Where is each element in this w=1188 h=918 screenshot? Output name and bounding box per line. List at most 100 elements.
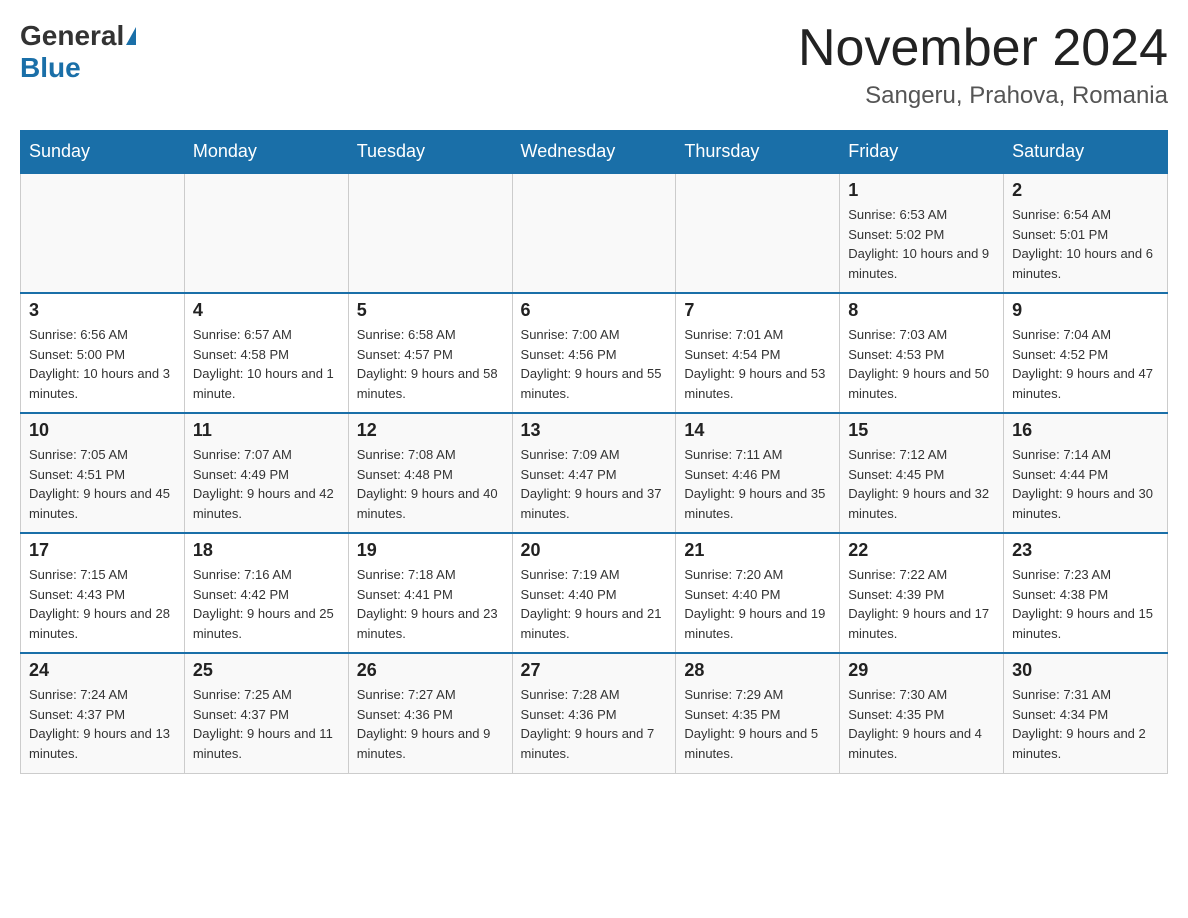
day-info: Sunrise: 7:00 AMSunset: 4:56 PMDaylight:… xyxy=(521,325,668,403)
calendar-cell xyxy=(512,173,676,293)
title-section: November 2024 Sangeru, Prahova, Romania xyxy=(798,20,1168,110)
calendar-cell: 21 Sunrise: 7:20 AMSunset: 4:40 PMDayligh… xyxy=(676,533,840,653)
calendar-body: 1 Sunrise: 6:53 AMSunset: 5:02 PMDaylight… xyxy=(21,173,1168,773)
day-number: 6 xyxy=(521,300,668,321)
calendar-table: SundayMondayTuesdayWednesdayThursdayFrid… xyxy=(20,130,1168,774)
calendar-cell xyxy=(21,173,185,293)
day-number: 10 xyxy=(29,420,176,441)
day-info: Sunrise: 6:57 AMSunset: 4:58 PMDaylight:… xyxy=(193,325,340,403)
logo-blue-text: Blue xyxy=(20,52,81,83)
day-number: 2 xyxy=(1012,180,1159,201)
day-info: Sunrise: 6:58 AMSunset: 4:57 PMDaylight:… xyxy=(357,325,504,403)
day-number: 21 xyxy=(684,540,831,561)
day-number: 4 xyxy=(193,300,340,321)
day-info: Sunrise: 7:09 AMSunset: 4:47 PMDaylight:… xyxy=(521,445,668,523)
day-info: Sunrise: 7:20 AMSunset: 4:40 PMDaylight:… xyxy=(684,565,831,643)
day-number: 29 xyxy=(848,660,995,681)
day-number: 27 xyxy=(521,660,668,681)
calendar-cell xyxy=(676,173,840,293)
calendar-cell: 16 Sunrise: 7:14 AMSunset: 4:44 PMDayligh… xyxy=(1004,413,1168,533)
calendar-cell: 24 Sunrise: 7:24 AMSunset: 4:37 PMDayligh… xyxy=(21,653,185,773)
day-info: Sunrise: 7:07 AMSunset: 4:49 PMDaylight:… xyxy=(193,445,340,523)
day-number: 16 xyxy=(1012,420,1159,441)
day-info: Sunrise: 7:28 AMSunset: 4:36 PMDaylight:… xyxy=(521,685,668,763)
day-info: Sunrise: 7:01 AMSunset: 4:54 PMDaylight:… xyxy=(684,325,831,403)
day-info: Sunrise: 6:56 AMSunset: 5:00 PMDaylight:… xyxy=(29,325,176,403)
day-number: 7 xyxy=(684,300,831,321)
day-info: Sunrise: 7:19 AMSunset: 4:40 PMDaylight:… xyxy=(521,565,668,643)
calendar-cell: 29 Sunrise: 7:30 AMSunset: 4:35 PMDayligh… xyxy=(840,653,1004,773)
day-info: Sunrise: 7:15 AMSunset: 4:43 PMDaylight:… xyxy=(29,565,176,643)
day-info: Sunrise: 7:24 AMSunset: 4:37 PMDaylight:… xyxy=(29,685,176,763)
day-info: Sunrise: 6:54 AMSunset: 5:01 PMDaylight:… xyxy=(1012,205,1159,283)
day-info: Sunrise: 7:18 AMSunset: 4:41 PMDaylight:… xyxy=(357,565,504,643)
calendar-header-thursday: Thursday xyxy=(676,131,840,174)
day-info: Sunrise: 7:27 AMSunset: 4:36 PMDaylight:… xyxy=(357,685,504,763)
calendar-header-tuesday: Tuesday xyxy=(348,131,512,174)
location-subtitle: Sangeru, Prahova, Romania xyxy=(798,82,1168,110)
calendar-cell: 13Sunrise: 7:09 AMSunset: 4:47 PMDayligh… xyxy=(512,413,676,533)
calendar-cell: 8 Sunrise: 7:03 AMSunset: 4:53 PMDaylight… xyxy=(840,293,1004,413)
day-number: 8 xyxy=(848,300,995,321)
calendar-cell: 3 Sunrise: 6:56 AMSunset: 5:00 PMDaylight… xyxy=(21,293,185,413)
day-info: Sunrise: 7:23 AMSunset: 4:38 PMDaylight:… xyxy=(1012,565,1159,643)
day-info: Sunrise: 7:12 AMSunset: 4:45 PMDaylight:… xyxy=(848,445,995,523)
calendar-cell: 23Sunrise: 7:23 AMSunset: 4:38 PMDayligh… xyxy=(1004,533,1168,653)
calendar-week-row: 10 Sunrise: 7:05 AMSunset: 4:51 PMDayligh… xyxy=(21,413,1168,533)
calendar-cell xyxy=(184,173,348,293)
calendar-cell: 28 Sunrise: 7:29 AMSunset: 4:35 PMDayligh… xyxy=(676,653,840,773)
page-header: General Blue November 2024 Sangeru, Prah… xyxy=(20,20,1168,110)
day-info: Sunrise: 7:08 AMSunset: 4:48 PMDaylight:… xyxy=(357,445,504,523)
calendar-cell: 14 Sunrise: 7:11 AMSunset: 4:46 PMDayligh… xyxy=(676,413,840,533)
logo: General Blue xyxy=(20,20,138,84)
day-info: Sunrise: 7:03 AMSunset: 4:53 PMDaylight:… xyxy=(848,325,995,403)
day-number: 1 xyxy=(848,180,995,201)
day-info: Sunrise: 7:29 AMSunset: 4:35 PMDaylight:… xyxy=(684,685,831,763)
calendar-cell: 18 Sunrise: 7:16 AMSunset: 4:42 PMDayligh… xyxy=(184,533,348,653)
calendar-cell: 30Sunrise: 7:31 AMSunset: 4:34 PMDayligh… xyxy=(1004,653,1168,773)
month-title: November 2024 xyxy=(798,20,1168,77)
calendar-cell: 20 Sunrise: 7:19 AMSunset: 4:40 PMDayligh… xyxy=(512,533,676,653)
day-number: 12 xyxy=(357,420,504,441)
calendar-week-row: 24 Sunrise: 7:24 AMSunset: 4:37 PMDayligh… xyxy=(21,653,1168,773)
day-number: 15 xyxy=(848,420,995,441)
day-number: 28 xyxy=(684,660,831,681)
day-info: Sunrise: 7:14 AMSunset: 4:44 PMDaylight:… xyxy=(1012,445,1159,523)
day-number: 18 xyxy=(193,540,340,561)
calendar-week-row: 17 Sunrise: 7:15 AMSunset: 4:43 PMDayligh… xyxy=(21,533,1168,653)
day-info: Sunrise: 7:11 AMSunset: 4:46 PMDaylight:… xyxy=(684,445,831,523)
calendar-week-row: 1 Sunrise: 6:53 AMSunset: 5:02 PMDaylight… xyxy=(21,173,1168,293)
day-number: 17 xyxy=(29,540,176,561)
day-number: 24 xyxy=(29,660,176,681)
calendar-cell: 26 Sunrise: 7:27 AMSunset: 4:36 PMDayligh… xyxy=(348,653,512,773)
day-info: Sunrise: 7:30 AMSunset: 4:35 PMDaylight:… xyxy=(848,685,995,763)
day-info: Sunrise: 6:53 AMSunset: 5:02 PMDaylight:… xyxy=(848,205,995,283)
logo-triangle-icon xyxy=(126,27,136,45)
day-number: 3 xyxy=(29,300,176,321)
calendar-cell: 1 Sunrise: 6:53 AMSunset: 5:02 PMDaylight… xyxy=(840,173,1004,293)
day-info: Sunrise: 7:16 AMSunset: 4:42 PMDaylight:… xyxy=(193,565,340,643)
calendar-cell: 5 Sunrise: 6:58 AMSunset: 4:57 PMDaylight… xyxy=(348,293,512,413)
calendar-cell: 7 Sunrise: 7:01 AMSunset: 4:54 PMDaylight… xyxy=(676,293,840,413)
day-number: 20 xyxy=(521,540,668,561)
logo-general-text: General xyxy=(20,20,124,52)
calendar-cell: 27 Sunrise: 7:28 AMSunset: 4:36 PMDayligh… xyxy=(512,653,676,773)
day-number: 5 xyxy=(357,300,504,321)
calendar-cell: 10 Sunrise: 7:05 AMSunset: 4:51 PMDayligh… xyxy=(21,413,185,533)
day-info: Sunrise: 7:22 AMSunset: 4:39 PMDaylight:… xyxy=(848,565,995,643)
day-number: 26 xyxy=(357,660,504,681)
calendar-header-sunday: Sunday xyxy=(21,131,185,174)
day-number: 25 xyxy=(193,660,340,681)
day-number: 11 xyxy=(193,420,340,441)
day-info: Sunrise: 7:05 AMSunset: 4:51 PMDaylight:… xyxy=(29,445,176,523)
calendar-cell: 17 Sunrise: 7:15 AMSunset: 4:43 PMDayligh… xyxy=(21,533,185,653)
day-number: 9 xyxy=(1012,300,1159,321)
day-info: Sunrise: 7:04 AMSunset: 4:52 PMDaylight:… xyxy=(1012,325,1159,403)
day-info: Sunrise: 7:25 AMSunset: 4:37 PMDaylight:… xyxy=(193,685,340,763)
calendar-cell: 11 Sunrise: 7:07 AMSunset: 4:49 PMDayligh… xyxy=(184,413,348,533)
calendar-header-saturday: Saturday xyxy=(1004,131,1168,174)
calendar-header-wednesday: Wednesday xyxy=(512,131,676,174)
day-number: 14 xyxy=(684,420,831,441)
day-number: 30 xyxy=(1012,660,1159,681)
calendar-header-row: SundayMondayTuesdayWednesdayThursdayFrid… xyxy=(21,131,1168,174)
